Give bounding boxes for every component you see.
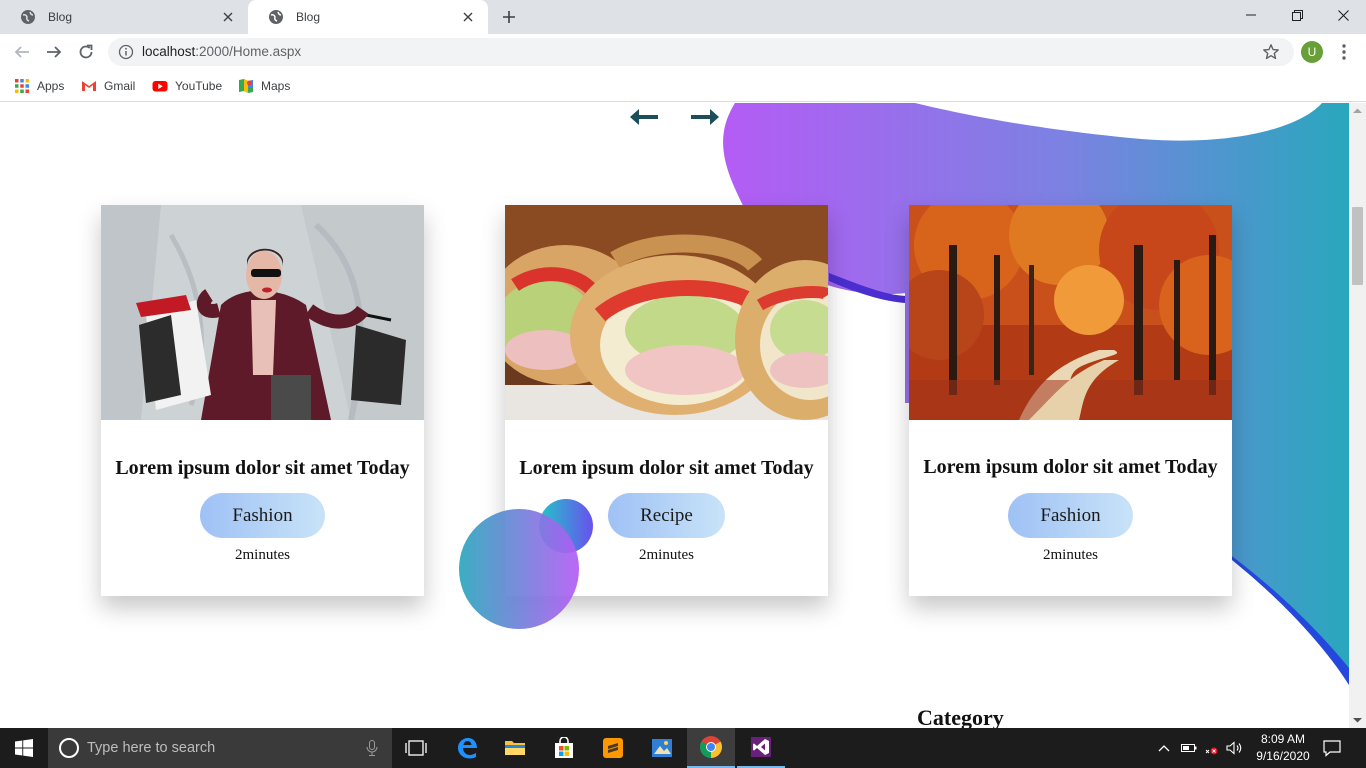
card-title[interactable]: Lorem ipsum dolor sit amet Today <box>505 457 828 480</box>
forward-button[interactable] <box>42 40 66 64</box>
page-scrollbar[interactable] <box>1349 103 1366 728</box>
bookmark-apps[interactable]: Apps <box>14 76 64 96</box>
clock-date: 9/16/2020 <box>1256 749 1310 763</box>
reload-button[interactable] <box>74 40 98 64</box>
bookmark-gmail[interactable]: Gmail <box>81 76 135 96</box>
maps-icon <box>238 78 254 94</box>
network-status[interactable] <box>1202 728 1222 768</box>
edge-icon <box>458 738 477 759</box>
arrow-right-icon <box>691 109 719 125</box>
photos-icon <box>652 739 672 757</box>
tab-blog-inactive[interactable]: Blog <box>0 0 248 34</box>
browser-toolbar: localhost:2000/Home.aspx U <box>0 34 1366 70</box>
bookmark-label: YouTube <box>175 79 223 93</box>
search-placeholder: Type here to search <box>87 740 216 756</box>
tab-strip: Blog Blog <box>0 0 1366 34</box>
back-button[interactable] <box>10 40 34 64</box>
card-image-sandwich[interactable] <box>505 205 828 420</box>
blog-card-fashion[interactable]: Lorem ipsum dolor sit amet Today Fashion… <box>101 205 424 596</box>
network-disconnected-icon <box>1205 747 1218 755</box>
tab-title: Blog <box>48 10 73 24</box>
tag-fashion-button[interactable]: Fashion <box>1008 493 1133 538</box>
scroll-up-icon[interactable] <box>1353 107 1362 115</box>
taskbar-sublime-text[interactable] <box>589 728 637 768</box>
slider-prev-button[interactable] <box>628 107 660 127</box>
bookmark-star-icon[interactable] <box>1262 43 1280 61</box>
battery-status[interactable] <box>1178 728 1200 768</box>
windows-taskbar: Type here to search 8:09 AM 9/16/2020 <box>0 728 1366 768</box>
bookmarks-bar: Apps Gmail YouTube Maps <box>0 70 1366 102</box>
sublime-text-icon <box>603 738 623 758</box>
folder-icon <box>505 741 525 755</box>
windows-logo-icon <box>15 739 33 757</box>
chevron-up-icon <box>1158 745 1170 752</box>
action-center-button[interactable] <box>1322 738 1342 758</box>
card-title[interactable]: Lorem ipsum dolor sit amet Today <box>909 456 1232 479</box>
start-button[interactable] <box>0 728 48 768</box>
site-info-icon[interactable] <box>118 44 134 60</box>
speaker-icon <box>1226 741 1242 755</box>
close-window-button[interactable] <box>1320 0 1366 30</box>
tab-blog-active[interactable]: Blog <box>248 0 488 34</box>
close-tab-icon[interactable] <box>460 9 476 25</box>
arrow-left-icon <box>630 109 658 125</box>
profile-avatar[interactable]: U <box>1301 41 1323 63</box>
globe-icon <box>268 9 284 25</box>
bookmark-label: Maps <box>261 79 291 93</box>
youtube-icon <box>152 78 168 94</box>
bookmark-label: Gmail <box>104 79 136 93</box>
read-time: 2minutes <box>639 547 694 563</box>
address-bar[interactable]: localhost:2000/Home.aspx <box>108 38 1294 66</box>
battery-icon <box>1181 744 1197 752</box>
read-time: 2minutes <box>235 547 290 563</box>
taskbar-store[interactable] <box>540 728 588 768</box>
tag-fashion-button[interactable]: Fashion <box>200 493 325 538</box>
scroll-down-icon[interactable] <box>1353 716 1362 724</box>
card-image-autumn-forest[interactable] <box>909 205 1232 420</box>
apps-grid-icon <box>14 78 30 94</box>
bookmark-youtube[interactable]: YouTube <box>152 76 222 96</box>
task-view-button[interactable] <box>392 728 440 768</box>
gmail-icon <box>81 78 97 94</box>
card-image-woman-shopping[interactable] <box>101 205 424 420</box>
card-title[interactable]: Lorem ipsum dolor sit amet Today <box>101 457 424 480</box>
page-viewport: Lorem ipsum dolor sit amet Today Fashion… <box>0 103 1349 728</box>
category-heading: Category <box>917 705 1004 728</box>
tab-title: Blog <box>296 10 321 24</box>
taskbar-file-explorer[interactable] <box>491 728 539 768</box>
taskbar-chrome[interactable] <box>687 728 735 768</box>
taskbar-search[interactable]: Type here to search <box>48 728 392 768</box>
new-tab-button[interactable] <box>497 5 521 29</box>
slider-next-button[interactable] <box>689 107 721 127</box>
url-text: localhost:2000/Home.aspx <box>142 44 302 59</box>
taskbar-edge[interactable] <box>443 728 491 768</box>
restore-button[interactable] <box>1274 0 1320 30</box>
show-hidden-icons-button[interactable] <box>1156 728 1172 768</box>
task-view-icon <box>405 740 427 756</box>
system-clock[interactable]: 8:09 AM 9/16/2020 <box>1243 731 1323 765</box>
close-tab-icon[interactable] <box>220 9 236 25</box>
store-icon <box>555 737 573 758</box>
notification-icon <box>1323 740 1341 757</box>
minimize-button[interactable] <box>1228 0 1274 30</box>
scroll-thumb[interactable] <box>1352 207 1363 285</box>
globe-icon <box>20 9 36 25</box>
bookmark-maps[interactable]: Maps <box>238 76 290 96</box>
microphone-icon[interactable] <box>366 740 378 756</box>
taskbar-photos[interactable] <box>638 728 686 768</box>
read-time: 2minutes <box>1043 547 1098 563</box>
cortana-icon <box>59 738 79 758</box>
taskbar-visual-studio[interactable] <box>737 728 785 768</box>
bookmark-label: Apps <box>37 79 65 93</box>
blog-card-fashion-autumn[interactable]: Lorem ipsum dolor sit amet Today Fashion… <box>909 205 1232 596</box>
chrome-icon <box>700 736 722 758</box>
clock-time: 8:09 AM <box>1260 732 1306 746</box>
browser-menu-icon[interactable] <box>1334 42 1354 62</box>
tag-recipe-button[interactable]: Recipe <box>608 493 725 538</box>
blog-card-recipe[interactable]: Lorem ipsum dolor sit amet Today Recipe … <box>505 205 828 596</box>
visual-studio-icon <box>751 737 771 757</box>
